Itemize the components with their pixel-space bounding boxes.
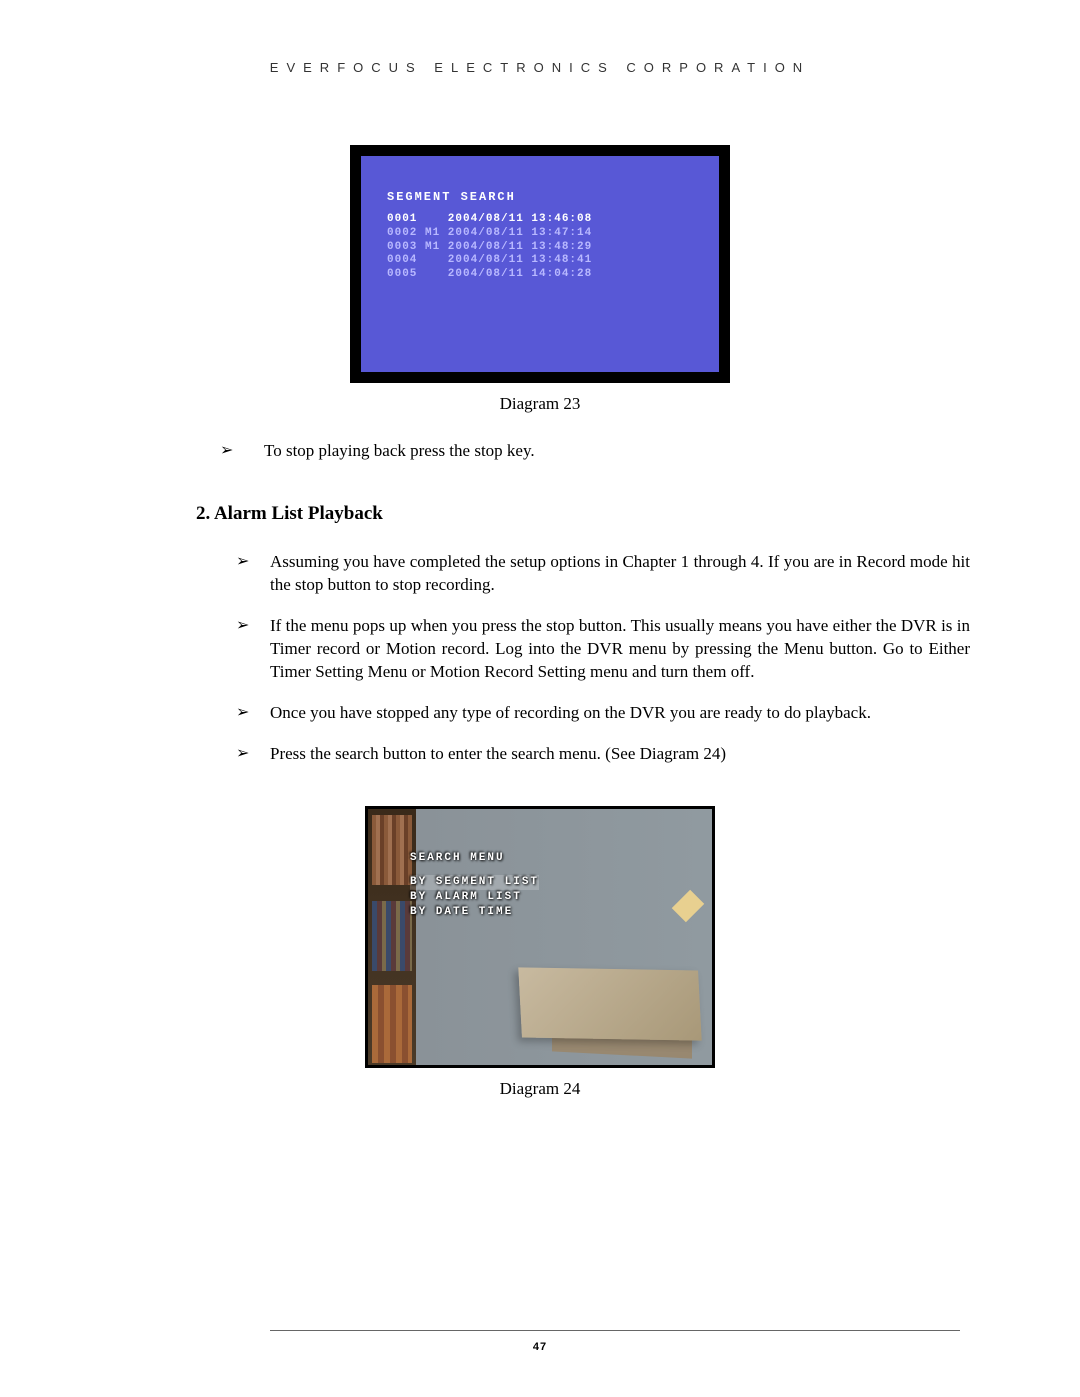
segment-row: 0003 M1 2004/08/11 13:48:29	[387, 241, 693, 255]
list-item: ➢ Once you have stopped any type of recor…	[236, 702, 970, 725]
menu-option: BY SEGMENT LIST	[410, 875, 539, 890]
bullet-text: Assuming you have completed the setup op…	[270, 551, 970, 597]
arrow-icon: ➢	[236, 743, 264, 765]
menu-option: BY DATE TIME	[410, 905, 539, 920]
arrow-icon: ➢	[236, 551, 264, 573]
section-heading: 2. Alarm List Playback	[196, 503, 970, 525]
arrow-icon: ➢	[236, 615, 264, 637]
diagram-23-wrap: SEGMENT SEARCH 0001 2004/08/11 13:46:080…	[110, 145, 970, 414]
bullet-text: If the menu pops up when you press the s…	[270, 615, 970, 684]
page-header: EVERFOCUS ELECTRONICS CORPORATION	[110, 60, 970, 75]
diagram-24-caption: Diagram 24	[110, 1079, 970, 1099]
menu-option: BY ALARM LIST	[410, 890, 539, 905]
diagram-23: SEGMENT SEARCH 0001 2004/08/11 13:46:080…	[350, 145, 730, 383]
manual-page: EVERFOCUS ELECTRONICS CORPORATION SEGMEN…	[0, 0, 1080, 1397]
arrow-icon: ➢	[220, 440, 258, 462]
segment-search-title: SEGMENT SEARCH	[387, 190, 693, 205]
bullet-text: Once you have stopped any type of record…	[270, 702, 871, 725]
bullet-list-section: ➢ Assuming you have completed the setup o…	[236, 551, 970, 766]
footer-divider	[270, 1330, 960, 1331]
list-item: ➢ If the menu pops up when you press the …	[236, 615, 970, 684]
page-number: 47	[0, 1341, 1080, 1353]
bullet-text: Press the search button to enter the sea…	[270, 743, 726, 766]
segment-row: 0001 2004/08/11 13:46:08	[387, 213, 693, 227]
search-menu-osd: SEARCH MENU BY SEGMENT LIST BY ALARM LIS…	[410, 851, 539, 920]
cardboard-box	[518, 967, 701, 1040]
diagram-24: SEARCH MENU BY SEGMENT LIST BY ALARM LIS…	[365, 806, 715, 1068]
books	[372, 901, 412, 971]
diagram-24-wrap: SEARCH MENU BY SEGMENT LIST BY ALARM LIS…	[110, 806, 970, 1099]
books	[372, 985, 412, 1063]
list-item: ➢ Press the search button to enter the se…	[236, 743, 970, 766]
diagram-23-caption: Diagram 23	[110, 394, 970, 414]
segment-search-screen: SEGMENT SEARCH 0001 2004/08/11 13:46:080…	[361, 156, 719, 372]
books	[372, 815, 412, 885]
list-item: ➢ To stop playing back press the stop ke…	[220, 440, 970, 463]
bullet-text: To stop playing back press the stop key.	[264, 440, 535, 463]
segment-row: 0002 M1 2004/08/11 13:47:14	[387, 227, 693, 241]
segment-row: 0004 2004/08/11 13:48:41	[387, 254, 693, 268]
arrow-icon: ➢	[236, 702, 264, 724]
segment-row: 0005 2004/08/11 14:04:28	[387, 268, 693, 282]
bullet-list-top: ➢ To stop playing back press the stop ke…	[110, 440, 970, 463]
list-item: ➢ Assuming you have completed the setup o…	[236, 551, 970, 597]
search-menu-title: SEARCH MENU	[410, 851, 539, 866]
